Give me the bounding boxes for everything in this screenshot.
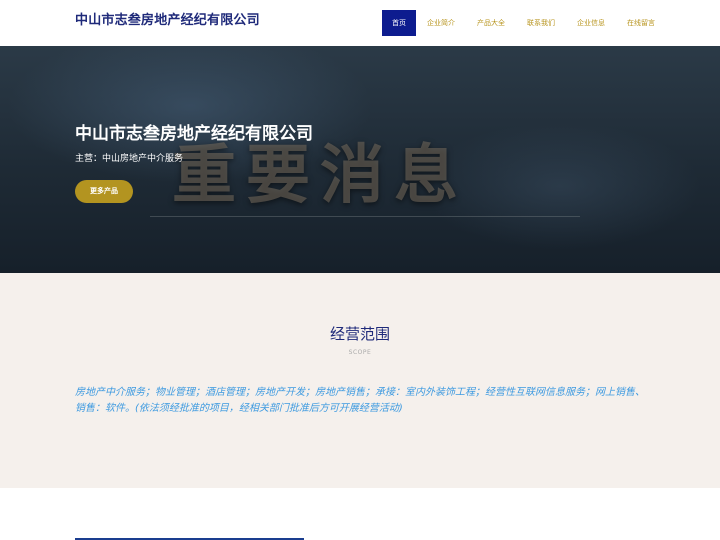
main-nav: 首页 企业简介 产品大全 联系我们 企业信息 在线留言: [382, 10, 666, 36]
scope-subtitle: SCOPE: [348, 349, 372, 356]
scope-text: 房地产中介服务；物业管理；酒店管理；房地产开发；房地产销售；承接：室内外装饰工程…: [75, 387, 645, 414]
more-products-button[interactable]: 更多产品: [75, 180, 133, 203]
site-header: 中山市志叁房地产经纪有限公司 首页 企业简介 产品大全 联系我们 企业信息 在线…: [0, 0, 720, 46]
nav-item-home[interactable]: 首页: [382, 10, 416, 36]
scope-title: 经营范围: [329, 325, 390, 343]
hero-subtitle: 主营：中山房地产中介服务: [75, 154, 184, 164]
nav-item-message[interactable]: 在线留言: [616, 10, 666, 36]
nav-item-products[interactable]: 产品大全: [466, 10, 516, 36]
hero-banner: 重要消息 中山市志叁房地产经纪有限公司 主营：中山房地产中介服务 更多产品: [0, 46, 720, 273]
scope-section: 经营范围 SCOPE 房地产中介服务；物业管理；酒店管理；房地产开发；房地产销售…: [0, 273, 720, 488]
nav-item-company-info[interactable]: 企业信息: [566, 10, 616, 36]
hero-divider: [150, 216, 580, 217]
nav-item-contact[interactable]: 联系我们: [516, 10, 566, 36]
nav-item-about[interactable]: 企业简介: [416, 10, 466, 36]
site-brand[interactable]: 中山市志叁房地产经纪有限公司: [75, 9, 260, 28]
hero-title: 中山市志叁房地产经纪有限公司: [75, 124, 313, 144]
